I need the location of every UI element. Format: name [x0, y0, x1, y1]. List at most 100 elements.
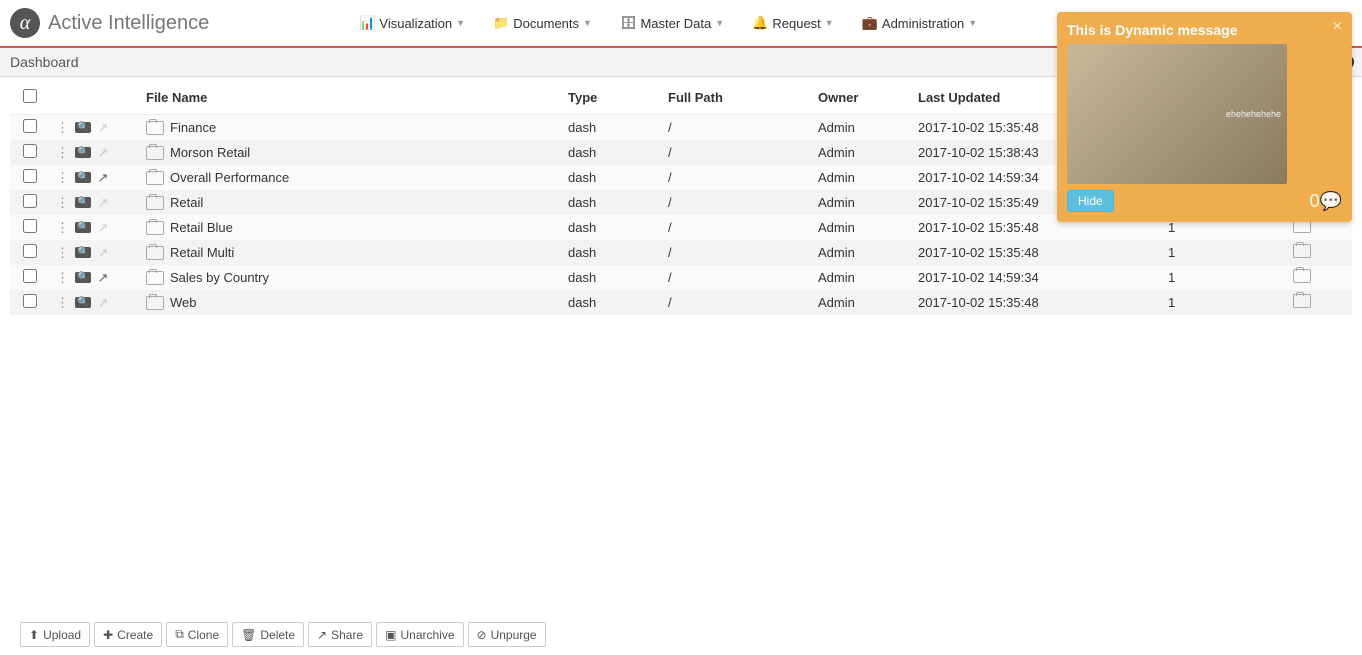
select-all-checkbox[interactable]	[23, 89, 37, 103]
nav-item-request[interactable]: 🔔Request▼	[752, 15, 834, 31]
share-button[interactable]: ↗ Share	[308, 622, 372, 647]
toast-image: ehehehehehe	[1067, 44, 1287, 184]
cell-path: /	[662, 190, 812, 215]
preview-icon[interactable]: 🔍	[75, 247, 91, 258]
unarchive-icon: ▣	[385, 628, 396, 642]
table-row: ⋮🔍↗Sales by Countrydash/Admin2017-10-02 …	[10, 265, 1352, 290]
share-row-icon[interactable]: ↗	[97, 170, 108, 186]
more-icon[interactable]: ⋮	[56, 145, 69, 161]
share-row-icon[interactable]: ↗	[97, 245, 108, 261]
clone-icon: ⧉	[175, 627, 184, 642]
more-icon[interactable]: ⋮	[56, 195, 69, 211]
more-icon[interactable]: ⋮	[56, 245, 69, 261]
preview-icon[interactable]: 🔍	[75, 172, 91, 183]
preview-icon[interactable]: 🔍	[75, 222, 91, 233]
cell-updated: 2017-10-02 14:59:34	[912, 265, 1162, 290]
nav-item-documents[interactable]: 📁Documents▼	[493, 15, 592, 31]
more-icon[interactable]: ⋮	[56, 270, 69, 286]
row-checkbox[interactable]	[23, 144, 37, 158]
cell-version: 1	[1162, 290, 1252, 315]
delete-button[interactable]: 🗑Delete	[232, 622, 304, 647]
col-file[interactable]: File Name	[140, 81, 562, 115]
share-row-icon[interactable]: ↗	[97, 295, 108, 311]
upload-button[interactable]: ⬆ Upload	[20, 622, 90, 647]
cell-type: dash	[562, 215, 662, 240]
unarchive-button[interactable]: ▣ Unarchive	[376, 622, 463, 647]
dashboard-file-icon	[146, 171, 164, 185]
file-name[interactable]: Retail	[170, 195, 203, 210]
cell-path: /	[662, 290, 812, 315]
share-label: Share	[331, 628, 363, 642]
create-label: Create	[117, 628, 153, 642]
file-name[interactable]: Retail Multi	[170, 245, 234, 260]
chat-icon[interactable]: 0💬	[1310, 191, 1342, 212]
preview-icon[interactable]: 🔍	[75, 122, 91, 133]
cell-path: /	[662, 165, 812, 190]
row-checkbox[interactable]	[23, 294, 37, 308]
cell-version: 1	[1162, 265, 1252, 290]
create-button[interactable]: ✚Create	[94, 622, 162, 647]
link-dashboard-icon[interactable]	[1293, 269, 1311, 283]
nav-label: Master Data	[640, 16, 711, 31]
cell-type: dash	[562, 240, 662, 265]
share-row-icon[interactable]: ↗	[97, 120, 108, 136]
row-checkbox[interactable]	[23, 194, 37, 208]
share-row-icon[interactable]: ↗	[97, 220, 108, 236]
cell-path: /	[662, 140, 812, 165]
file-name[interactable]: Retail Blue	[170, 220, 233, 235]
row-checkbox[interactable]	[23, 269, 37, 283]
logo-icon: α	[10, 8, 40, 38]
more-icon[interactable]: ⋮	[56, 220, 69, 236]
nav-item-master-data[interactable]: 🗄Master Data▼	[620, 15, 724, 31]
col-type[interactable]: Type	[562, 81, 662, 115]
table-row: ⋮🔍↗Retail Multidash/Admin2017-10-02 15:3…	[10, 240, 1352, 265]
file-name[interactable]: Sales by Country	[170, 270, 269, 285]
preview-icon[interactable]: 🔍	[75, 197, 91, 208]
upload-icon: ⬆	[29, 628, 39, 642]
unarchive-label: Unarchive	[400, 628, 454, 642]
preview-icon[interactable]: 🔍	[75, 297, 91, 308]
cell-path: /	[662, 115, 812, 141]
share-row-icon[interactable]: ↗	[97, 145, 108, 161]
file-name[interactable]: Overall Performance	[170, 170, 289, 185]
main-nav: 📊Visualization▼ 📁Documents▼ 🗄Master Data▼ 🔔…	[359, 15, 977, 31]
more-icon[interactable]: ⋮	[56, 295, 69, 311]
col-path[interactable]: Full Path	[662, 81, 812, 115]
nav-item-visualization[interactable]: 📊Visualization▼	[359, 15, 465, 31]
delete-icon: 🗑	[241, 628, 256, 642]
share-row-icon[interactable]: ↗	[97, 195, 108, 211]
hide-button[interactable]: Hide	[1067, 190, 1114, 212]
dashboard-file-icon	[146, 296, 164, 310]
row-checkbox[interactable]	[23, 219, 37, 233]
col-owner[interactable]: Owner	[812, 81, 912, 115]
more-icon[interactable]: ⋮	[56, 120, 69, 136]
preview-icon[interactable]: 🔍	[75, 147, 91, 158]
unpurge-label: Unpurge	[491, 628, 537, 642]
file-icon: 📁	[493, 15, 509, 31]
cell-type: dash	[562, 290, 662, 315]
cell-owner: Admin	[812, 115, 912, 141]
link-dashboard-icon[interactable]	[1293, 294, 1311, 308]
chevron-down-icon: ▼	[968, 18, 977, 28]
link-dashboard-icon[interactable]	[1293, 244, 1311, 258]
row-checkbox[interactable]	[23, 119, 37, 133]
unpurge-button[interactable]: ⊘Unpurge	[468, 622, 546, 647]
file-name[interactable]: Finance	[170, 120, 216, 135]
clone-button[interactable]: ⧉Clone	[166, 622, 228, 647]
cell-owner: Admin	[812, 240, 912, 265]
row-checkbox[interactable]	[23, 244, 37, 258]
file-name[interactable]: Morson Retail	[170, 145, 250, 160]
dashboard-file-icon	[146, 121, 164, 135]
more-icon[interactable]: ⋮	[56, 170, 69, 186]
close-icon[interactable]: ×	[1333, 18, 1342, 36]
nav-item-administration[interactable]: 💼Administration▼	[862, 15, 977, 31]
upload-label: Upload	[43, 628, 81, 642]
cell-path: /	[662, 215, 812, 240]
share-icon: ↗	[317, 628, 327, 642]
preview-icon[interactable]: 🔍	[75, 272, 91, 283]
share-row-icon[interactable]: ↗	[97, 270, 108, 286]
file-name[interactable]: Web	[170, 295, 197, 310]
table-row: ⋮🔍↗Webdash/Admin2017-10-02 15:35:481	[10, 290, 1352, 315]
nav-label: Request	[772, 16, 820, 31]
row-checkbox[interactable]	[23, 169, 37, 183]
